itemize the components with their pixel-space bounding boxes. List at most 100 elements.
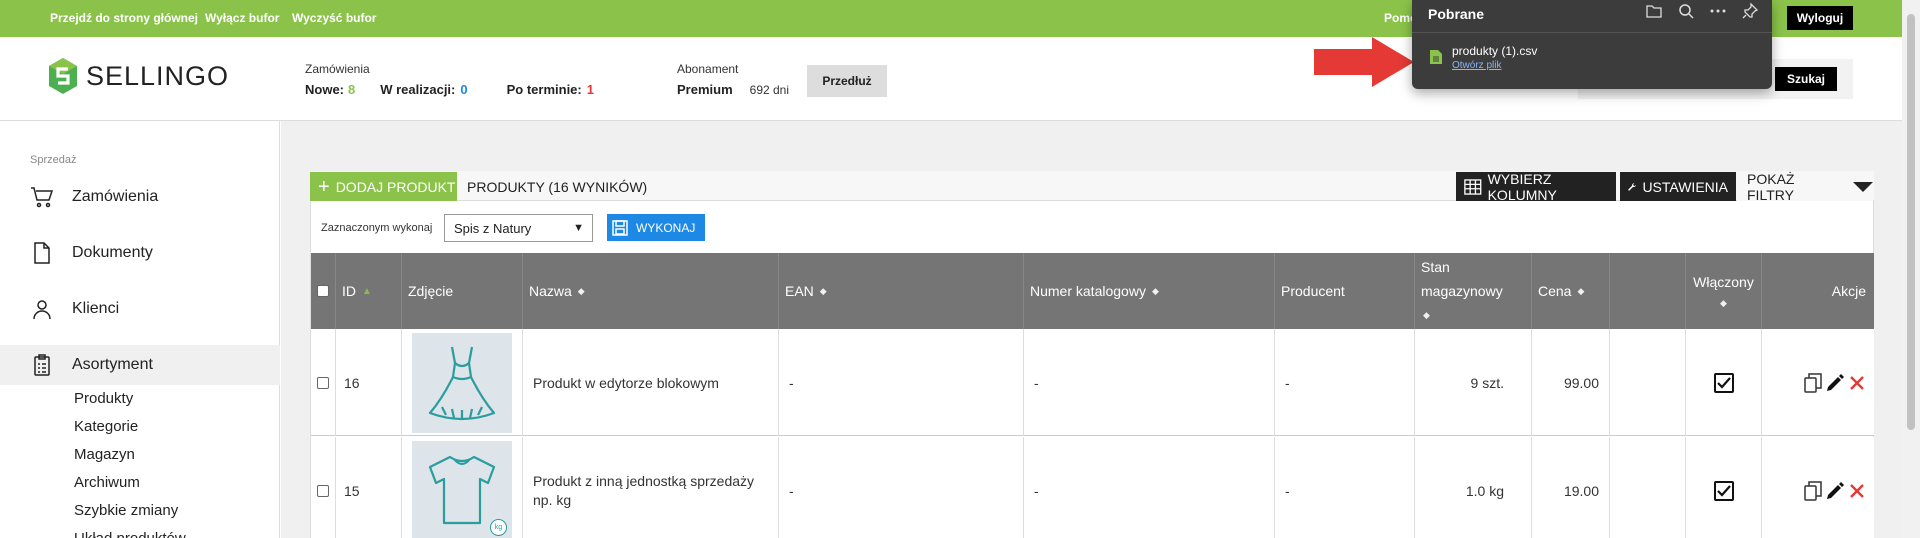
row-photo-cell: kg bbox=[402, 437, 523, 538]
sellingo-logo-icon bbox=[49, 58, 77, 94]
delete-x-icon[interactable] bbox=[1848, 374, 1866, 392]
check-icon bbox=[1716, 376, 1731, 389]
sidebar-item-clients[interactable]: Klienci bbox=[0, 289, 280, 329]
header-stock-line2: magazynowy bbox=[1421, 283, 1503, 299]
product-thumbnail[interactable] bbox=[412, 332, 512, 433]
more-icon[interactable] bbox=[1710, 3, 1726, 19]
sidebar-subitem-product-layout[interactable]: Układ produktów bbox=[74, 530, 186, 538]
download-filename[interactable]: produkty (1).csv bbox=[1452, 44, 1537, 58]
execute-button[interactable]: WYKONAJ bbox=[607, 214, 705, 241]
table-header: ID ▲ Zdjęcie Nazwa ◆ EAN ◆ Numer katalog… bbox=[311, 253, 1874, 329]
sort-asc-icon: ▲ bbox=[362, 285, 372, 297]
logo[interactable]: SELLINGO bbox=[48, 57, 229, 95]
orders-inprogress-value[interactable]: 0 bbox=[460, 82, 467, 97]
select-all-checkbox[interactable] bbox=[317, 285, 329, 297]
header-stock[interactable]: Stan magazynowy ◆ bbox=[1415, 253, 1532, 329]
logout-button[interactable]: Wyloguj bbox=[1787, 6, 1853, 30]
link-disable-buffer[interactable]: Wyłącz bufor bbox=[205, 11, 279, 25]
row-checkbox[interactable] bbox=[317, 484, 329, 497]
sidebar-subitem-categories[interactable]: Kategorie bbox=[74, 418, 138, 435]
extend-subscription-button[interactable]: Przedłuż bbox=[807, 65, 887, 97]
sidebar-subitem-quick-changes[interactable]: Szybkie zmiany bbox=[74, 502, 178, 519]
edit-pencil-icon[interactable] bbox=[1826, 481, 1844, 500]
row-ean: - bbox=[779, 329, 1024, 436]
show-filters-button[interactable]: POKAŻ FILTRY bbox=[1737, 170, 1873, 203]
header-enabled[interactable]: Włączony ◆ bbox=[1686, 253, 1762, 329]
link-home[interactable]: Przejdź do strony głównej bbox=[50, 11, 198, 25]
header-ean[interactable]: EAN ◆ bbox=[779, 253, 1024, 329]
bulk-action-label: Zaznaczonym wykonaj bbox=[321, 222, 433, 234]
sidebar-subitem-archive[interactable]: Archiwum bbox=[74, 474, 140, 491]
execute-label: WYKONAJ bbox=[636, 220, 696, 235]
enabled-checkbox[interactable] bbox=[1713, 480, 1734, 501]
unit-badge: kg bbox=[490, 518, 507, 536]
sidebar-item-assortment[interactable]: Asortyment bbox=[0, 345, 280, 385]
add-product-button[interactable]: + DODAJ PRODUKT bbox=[310, 172, 457, 201]
sidebar-subitem-warehouse[interactable]: Magazyn bbox=[74, 446, 135, 463]
copy-icon[interactable] bbox=[1804, 372, 1822, 393]
sidebar-item-label: Klienci bbox=[72, 300, 120, 317]
triangle-down-icon bbox=[1853, 181, 1873, 192]
header-price-label: Cena bbox=[1538, 283, 1572, 299]
sidebar-item-orders[interactable]: Zamówienia bbox=[0, 177, 280, 217]
orders-new-value[interactable]: 8 bbox=[348, 82, 355, 97]
link-clear-buffer[interactable]: Wyczyść bufor bbox=[292, 11, 376, 25]
header-price[interactable]: Cena ◆ bbox=[1532, 253, 1610, 329]
orders-inprogress-label: W realizacji: bbox=[380, 82, 456, 97]
show-filters-label: POKAŻ FILTRY bbox=[1747, 170, 1795, 203]
row-name[interactable]: Produkt w edytorze blokowym bbox=[523, 329, 779, 436]
scrollbar-thumb[interactable] bbox=[1907, 14, 1915, 430]
sidebar-subitem-products[interactable]: Produkty bbox=[74, 390, 133, 407]
cart-icon bbox=[31, 187, 54, 208]
choose-columns-label: WYBIERZ KOLUMNY bbox=[1487, 170, 1557, 203]
row-catalog: - bbox=[1024, 437, 1275, 538]
add-product-label: DODAJ PRODUKT bbox=[335, 178, 456, 195]
red-arrow-icon bbox=[1314, 37, 1414, 87]
row-select-cell bbox=[311, 437, 336, 538]
bulk-action-select[interactable]: Spis z Natury ▼ bbox=[444, 214, 593, 242]
header-enabled-label: Włączony bbox=[1693, 273, 1754, 290]
sort-icon: ◆ bbox=[577, 285, 585, 296]
pin-icon[interactable] bbox=[1742, 3, 1758, 19]
header-id-label: ID bbox=[342, 283, 356, 299]
header-photo: Zdjęcie bbox=[402, 253, 523, 329]
copy-icon[interactable] bbox=[1804, 480, 1822, 501]
choose-columns-button[interactable]: WYBIERZ KOLUMNY bbox=[1456, 170, 1616, 203]
sidebar-item-label: Zamówienia bbox=[72, 188, 159, 205]
open-file-link[interactable]: Otwórz plik bbox=[1452, 60, 1501, 71]
header-name[interactable]: Nazwa ◆ bbox=[523, 253, 779, 329]
product-thumbnail[interactable]: kg bbox=[412, 440, 512, 538]
folder-icon[interactable] bbox=[1646, 3, 1662, 19]
header-photo-label: Zdjęcie bbox=[408, 283, 454, 299]
header-name-label: Nazwa bbox=[529, 283, 572, 299]
wrench-icon bbox=[1628, 182, 1636, 191]
row-producer: - bbox=[1275, 329, 1415, 436]
enabled-checkbox[interactable] bbox=[1713, 372, 1734, 393]
orders-overdue-label: Po terminie: bbox=[506, 82, 582, 97]
row-name[interactable]: Produkt z inną jednostką sprzedaży np. k… bbox=[523, 437, 779, 538]
search-button[interactable]: Szukaj bbox=[1775, 67, 1837, 91]
header-catalog-number[interactable]: Numer katalogowy ◆ bbox=[1024, 253, 1275, 329]
document-icon bbox=[34, 242, 50, 264]
clipboard-icon bbox=[34, 354, 50, 376]
row-stock: 1.0 kg bbox=[1415, 437, 1532, 538]
row-catalog: - bbox=[1024, 329, 1275, 436]
vertical-scrollbar[interactable] bbox=[1902, 0, 1920, 538]
row-select-cell bbox=[311, 329, 336, 436]
logo-text: SELLINGO bbox=[86, 60, 230, 91]
header-empty bbox=[1610, 253, 1686, 329]
row-checkbox[interactable] bbox=[317, 376, 329, 389]
orders-overdue-value[interactable]: 1 bbox=[587, 82, 594, 97]
settings-button[interactable]: USTAWIENIA bbox=[1620, 172, 1736, 201]
orders-summary: Zamówienia Nowe: 8 W realizacji: 0 Po te… bbox=[305, 62, 594, 97]
header-id[interactable]: ID ▲ bbox=[336, 253, 402, 329]
downloads-title: Pobrane bbox=[1428, 6, 1485, 22]
row-id: 16 bbox=[336, 329, 402, 436]
edit-pencil-icon[interactable] bbox=[1826, 373, 1844, 392]
settings-label: USTAWIENIA bbox=[1642, 178, 1728, 195]
sidebar-item-documents[interactable]: Dokumenty bbox=[0, 233, 280, 273]
sidebar: Sprzedaż Zamówienia Dokumenty Klienci As… bbox=[0, 121, 280, 538]
delete-x-icon[interactable] bbox=[1848, 482, 1866, 500]
subscription-summary: Abonament Premium 692 dni bbox=[677, 62, 789, 97]
search-icon[interactable] bbox=[1678, 3, 1694, 19]
